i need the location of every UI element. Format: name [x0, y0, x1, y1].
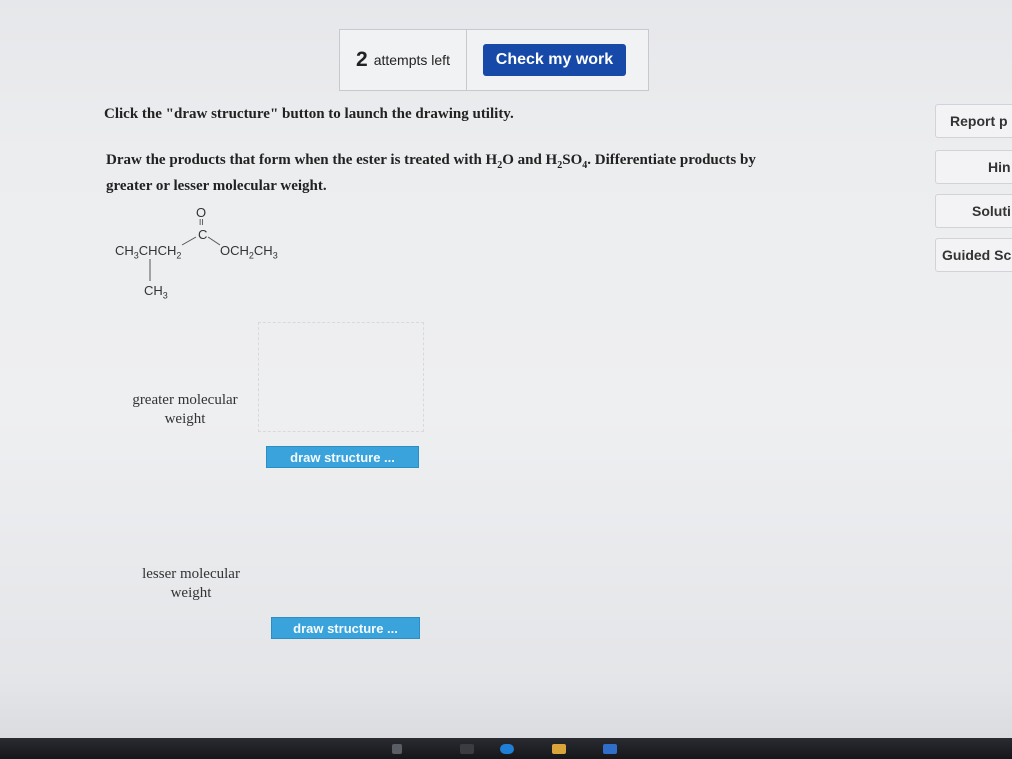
question-fragment: . Differentiate products by	[587, 152, 756, 168]
lesser-weight-label: lesser molecular weight	[130, 565, 252, 603]
assignment-toolbar: 2 attempts left Check my work	[339, 29, 649, 91]
instruction-text: Click the "draw structure" button to lau…	[104, 106, 514, 122]
label-line: greater molecular	[132, 392, 238, 408]
attempts-count: 2	[356, 48, 368, 71]
report-problem-button[interactable]: Report p	[935, 104, 1012, 138]
question-fragment: SO	[562, 152, 583, 168]
attempts-indicator: 2 attempts left	[340, 30, 467, 90]
draw-structure-button-lesser[interactable]: draw structure ...	[271, 617, 420, 639]
check-my-work-button[interactable]: Check my work	[483, 44, 626, 76]
question-fragment: O and H	[502, 152, 558, 168]
os-taskbar	[0, 738, 1012, 759]
label-line: weight	[164, 411, 206, 427]
greater-weight-label: greater molecular weight	[119, 391, 251, 429]
question-fragment: Draw the products that form when the est…	[106, 152, 498, 168]
guided-solution-button[interactable]: Guided Sc	[935, 238, 1012, 272]
drawing-area-outline	[258, 322, 424, 432]
hint-button[interactable]: Hin	[935, 150, 1012, 184]
label-line: weight	[170, 585, 212, 601]
folder-icon[interactable]	[552, 744, 566, 754]
draw-structure-button-greater[interactable]: draw structure ...	[266, 446, 419, 468]
browser-icon[interactable]	[500, 744, 514, 754]
label-line: lesser molecular	[142, 566, 240, 582]
store-icon[interactable]	[603, 744, 617, 754]
page: { "toolbar": { "attempts_count": "2", "a…	[0, 0, 1012, 759]
attempts-label: attempts left	[373, 52, 450, 68]
solution-button[interactable]: Soluti	[935, 194, 1012, 228]
bond-lines	[149, 236, 221, 281]
app-icon[interactable]	[460, 744, 474, 754]
question-text: Draw the products that form when the est…	[106, 150, 886, 197]
question-line-2: greater or lesser molecular weight.	[106, 178, 327, 194]
task-view-icon[interactable]	[392, 744, 402, 754]
